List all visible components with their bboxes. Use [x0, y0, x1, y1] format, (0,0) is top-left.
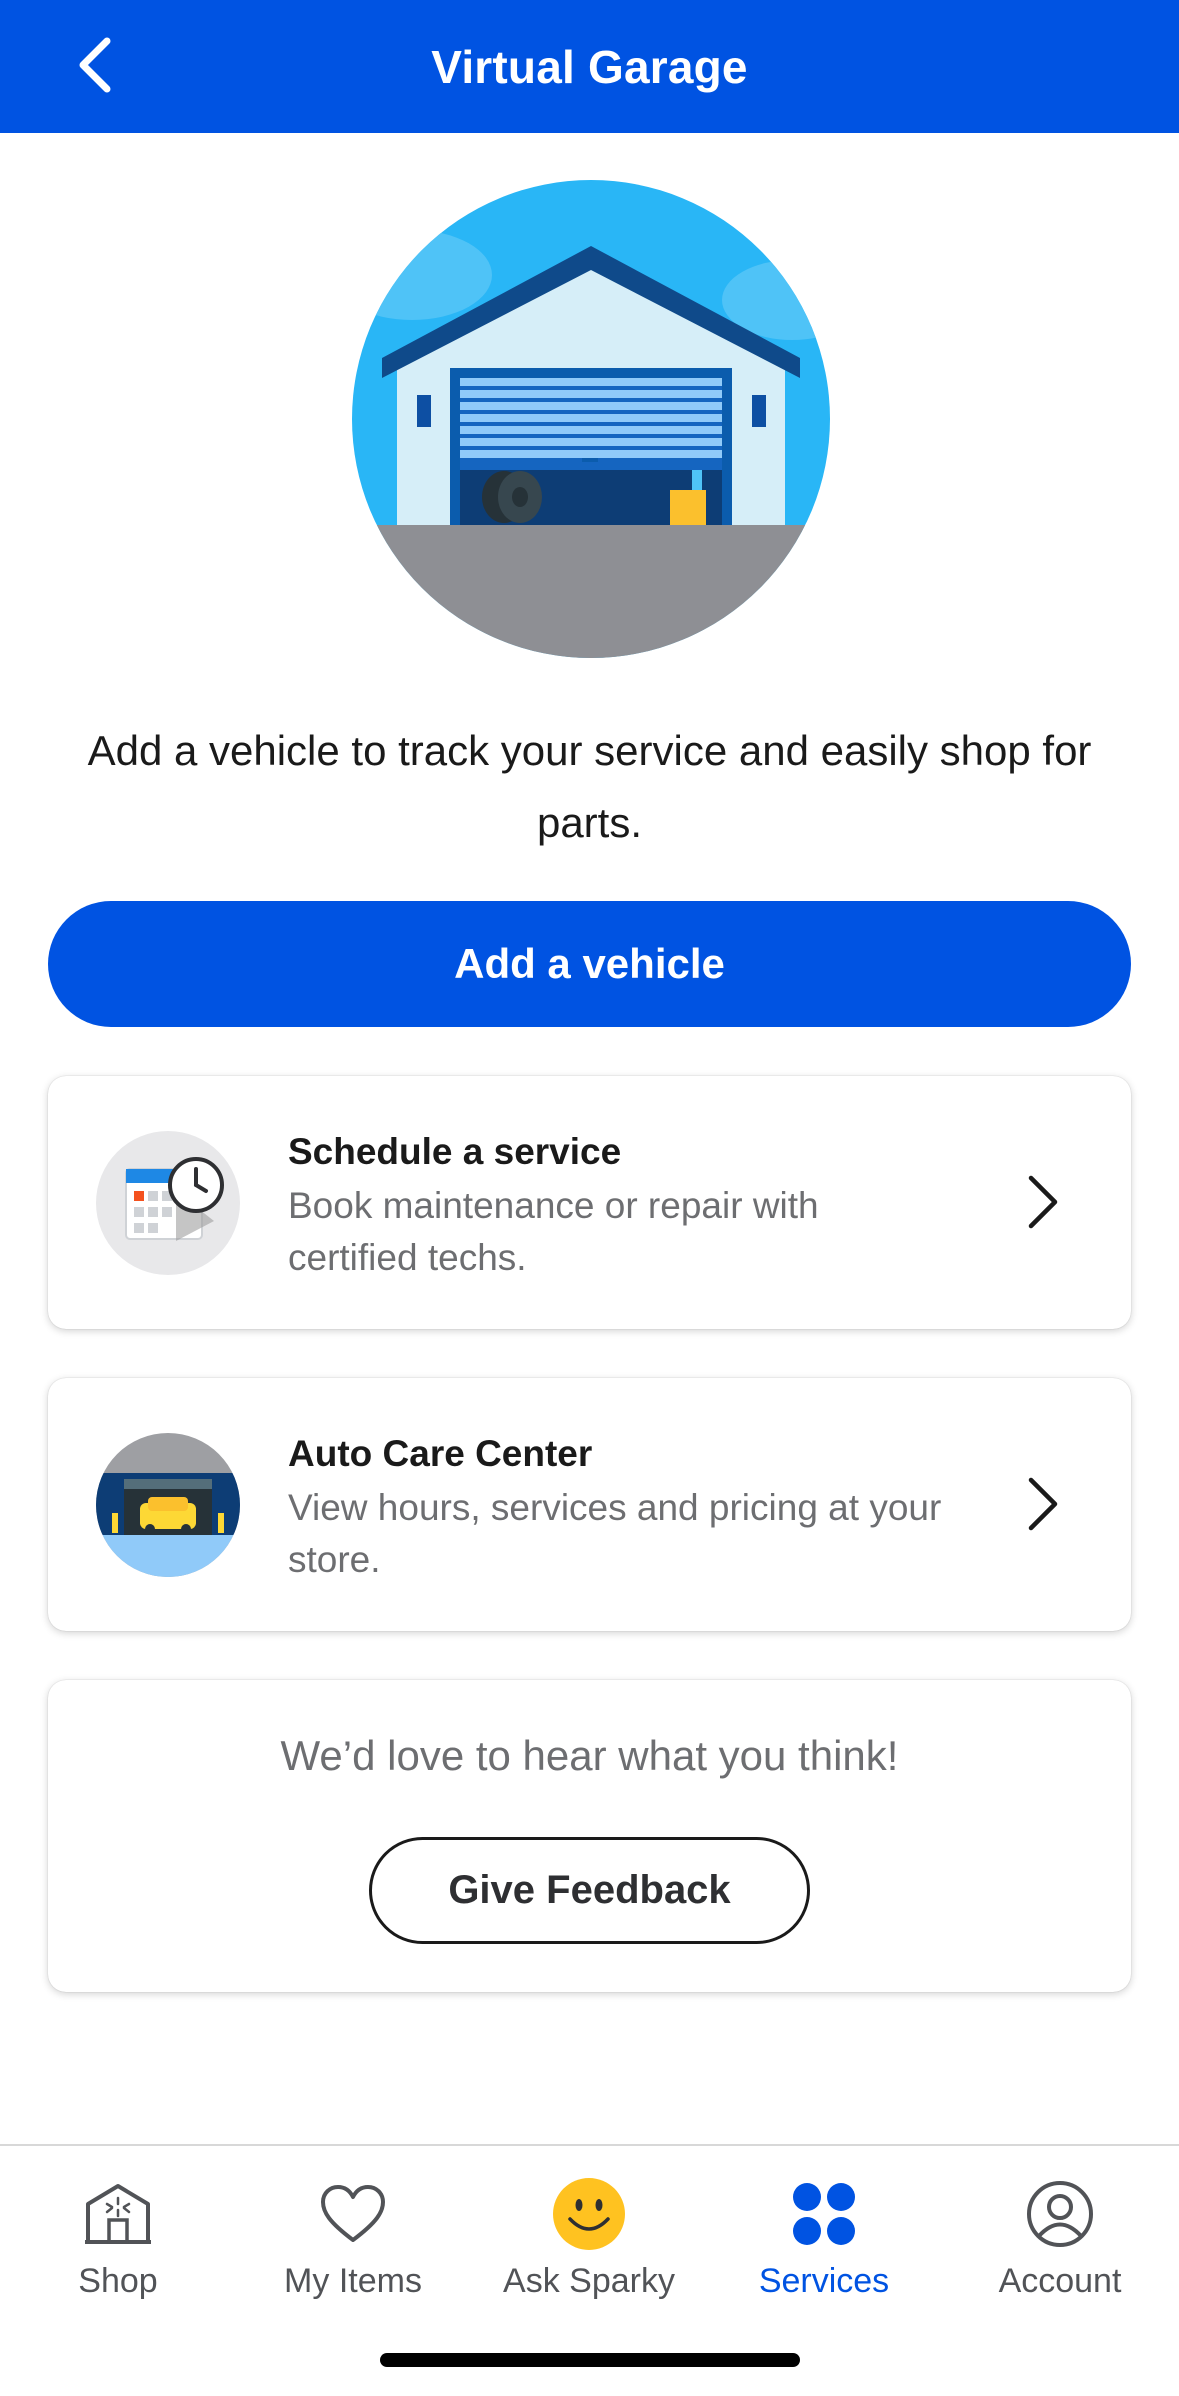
tab-label: Shop — [78, 2262, 158, 2300]
schedule-service-card[interactable]: Schedule a service Book maintenance or r… — [48, 1076, 1131, 1329]
tab-services[interactable]: Services — [706, 2174, 942, 2304]
auto-care-center-card[interactable]: Auto Care Center View hours, services an… — [48, 1378, 1131, 1631]
tab-shop[interactable]: Shop — [0, 2174, 236, 2304]
tab-ask-sparky[interactable]: Ask Sparky — [471, 2174, 707, 2304]
chevron-left-icon — [79, 37, 111, 93]
chevron-right-icon — [1028, 1477, 1058, 1531]
garage-illustration — [352, 180, 830, 658]
card-subtitle: View hours, services and pricing at your… — [288, 1487, 942, 1580]
intro-text: Add a vehicle to track your service and … — [87, 727, 1092, 846]
card-title: Auto Care Center — [288, 1433, 593, 1474]
services-dots-icon — [784, 2174, 864, 2254]
top-app-bar: Virtual Garage — [0, 0, 1179, 133]
chevron-right-icon — [1028, 1175, 1058, 1229]
home-indicator — [380, 2353, 800, 2367]
account-icon — [1020, 2174, 1100, 2254]
auto-care-garage-icon — [96, 1433, 240, 1577]
page-title: Virtual Garage — [431, 40, 748, 93]
store-icon — [78, 2174, 158, 2254]
add-vehicle-button[interactable]: Add a vehicle — [48, 901, 1131, 1027]
card-subtitle: Book maintenance or repair with certifie… — [288, 1185, 819, 1278]
feedback-card: We’d love to hear what you think! Give F… — [48, 1680, 1131, 1992]
feedback-prompt: We’d love to hear what you think! — [280, 1732, 899, 1779]
tab-label: Account — [998, 2262, 1122, 2300]
sparky-smiley-icon — [549, 2174, 629, 2254]
tab-label: Services — [758, 2262, 890, 2300]
heart-icon — [313, 2174, 393, 2254]
tab-my-items[interactable]: My Items — [235, 2174, 471, 2304]
tab-label: Ask Sparky — [503, 2262, 675, 2300]
tab-account[interactable]: Account — [942, 2174, 1178, 2304]
tab-label: My Items — [284, 2262, 422, 2300]
calendar-clock-icon — [96, 1131, 240, 1275]
card-title: Schedule a service — [288, 1131, 622, 1172]
give-feedback-button[interactable]: Give Feedback — [369, 1837, 810, 1944]
back-button[interactable] — [60, 30, 130, 100]
